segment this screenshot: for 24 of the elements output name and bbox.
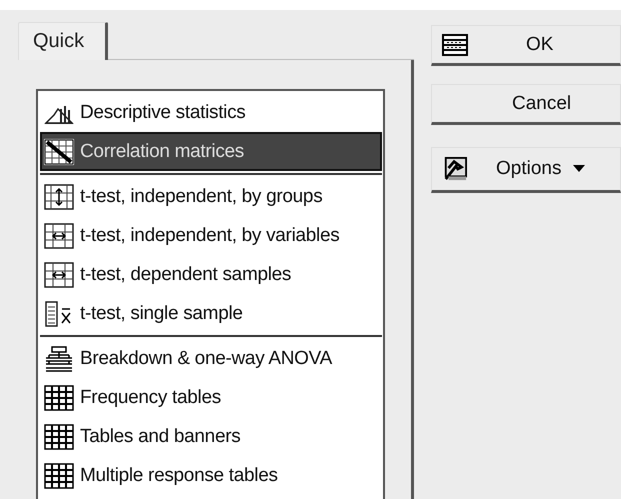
list-item[interactable]: Breakdown & one-way ANOVA bbox=[40, 339, 382, 378]
caret-icon bbox=[573, 165, 586, 173]
list-item[interactable]: Descriptive statistics bbox=[40, 93, 382, 132]
grid-icon bbox=[44, 384, 74, 410]
tree-icon bbox=[44, 346, 74, 372]
table-icon bbox=[442, 32, 468, 56]
list-item[interactable]: Multiple response tables bbox=[40, 456, 382, 495]
list-item[interactable]: Correlation matrices bbox=[40, 132, 382, 171]
list-item[interactable]: t-test, independent, by variables bbox=[40, 216, 382, 255]
list-item[interactable]: Tables and banners bbox=[40, 417, 382, 456]
grid-icon bbox=[44, 424, 74, 450]
table-arrow-icon bbox=[44, 184, 74, 210]
options-button[interactable]: Options bbox=[431, 147, 621, 193]
list-item[interactable]: t-test, single sample bbox=[40, 294, 382, 333]
table-arrow-icon bbox=[44, 262, 74, 288]
list-item[interactable]: Frequency tables bbox=[40, 378, 382, 417]
list-item[interactable]: t-test, independent, by groups bbox=[40, 177, 382, 216]
list-item[interactable]: t-test, dependent samples bbox=[40, 255, 382, 294]
tab[interactable]: Quick bbox=[18, 22, 108, 60]
grid-icon bbox=[44, 462, 74, 488]
ok-button[interactable]: OK bbox=[431, 25, 621, 66]
table-arrow-icon bbox=[44, 222, 74, 248]
matrix-icon bbox=[44, 138, 74, 164]
cancel-button[interactable]: Cancel bbox=[431, 84, 621, 125]
